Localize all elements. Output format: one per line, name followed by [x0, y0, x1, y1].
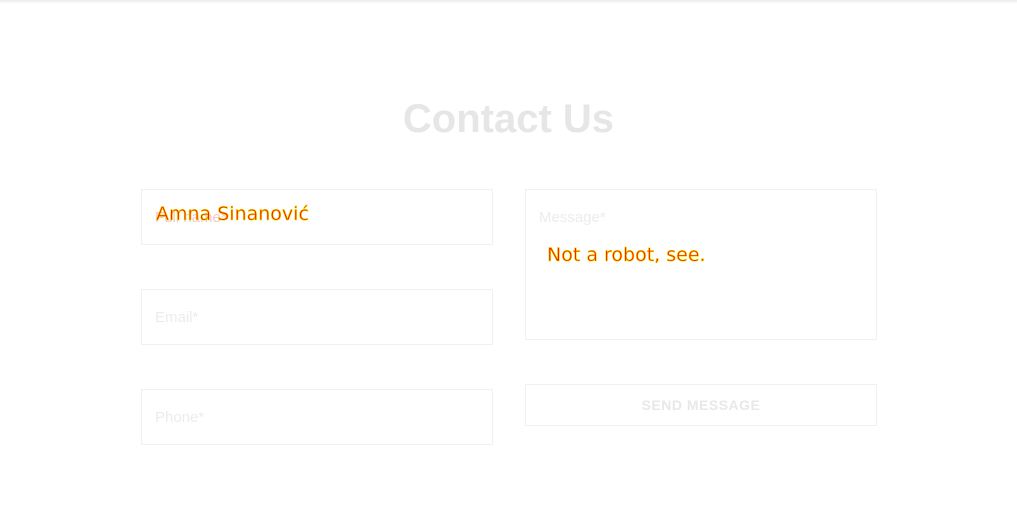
- phone-placeholder: Phone*: [155, 409, 205, 426]
- email-field[interactable]: Email*: [141, 289, 493, 345]
- name-field[interactable]: Full name* Amna Sinanović: [141, 189, 493, 245]
- name-value: Amna Sinanović: [156, 203, 309, 226]
- phone-field[interactable]: Phone*: [141, 389, 493, 445]
- message-placeholder: Message*: [539, 209, 606, 226]
- message-value: Not a robot, see.: [547, 244, 706, 267]
- message-field[interactable]: Message* Not a robot, see.: [525, 189, 877, 340]
- page-title: Contact Us: [402, 97, 615, 141]
- header-shadow: [0, 0, 1017, 4]
- email-placeholder: Email*: [155, 309, 199, 326]
- contact-page: Contact Us Full name* Amna Sinanović Ema…: [0, 0, 1017, 512]
- send-message-button[interactable]: SEND MESSAGE: [525, 384, 877, 426]
